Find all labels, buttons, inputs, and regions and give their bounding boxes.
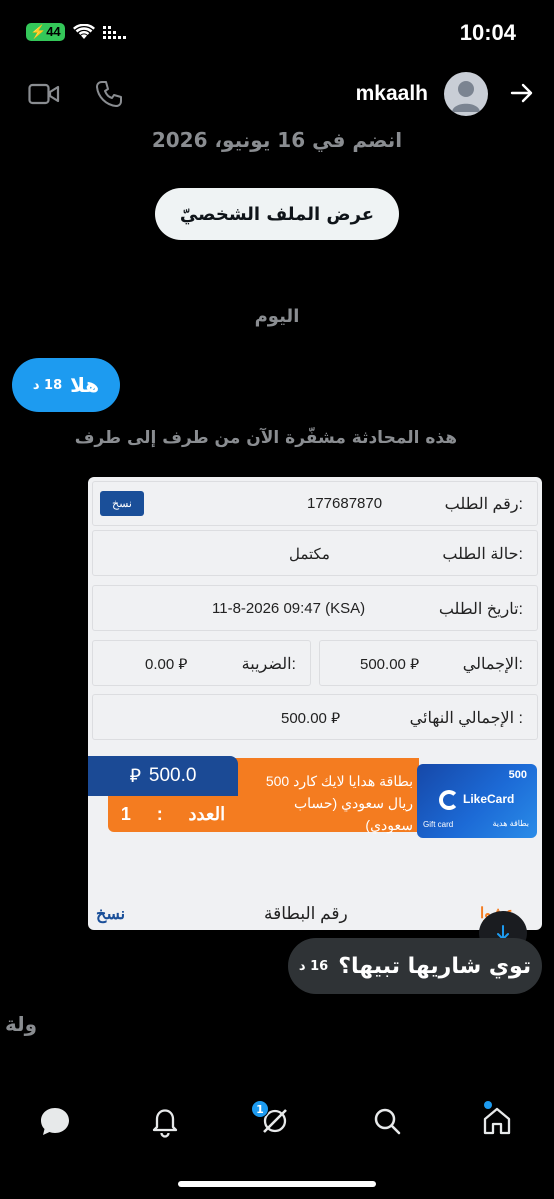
battery-level: 44 [46, 24, 61, 39]
gift-card-caption-en: Gift card [423, 820, 454, 829]
phone-icon[interactable] [95, 80, 123, 108]
message-time: 18 د [32, 377, 63, 393]
product-count: العدد : 1 [108, 796, 238, 832]
riyal-icon: ⃁ [129, 766, 141, 787]
day-separator: اليوم [254, 306, 300, 327]
chat-username[interactable]: mkaalh [356, 82, 428, 106]
search-icon[interactable] [370, 1104, 404, 1138]
total-row: الإجمالي: 500.00 ⃁ [319, 640, 538, 686]
message-text: توي شاريها تبيها؟ [338, 953, 532, 979]
signal-icon [102, 26, 126, 39]
gift-card-caption-ar: بطاقة هدية [492, 819, 530, 828]
partial-text: ولة [5, 1012, 38, 1036]
product-name: بطاقة هدايا لايك كارد 500 ريال سعودي (حس… [248, 770, 413, 836]
status-time: 10:04 [459, 20, 516, 45]
video-call-icon[interactable] [28, 82, 60, 106]
card-number-label: رقم البطاقة [264, 904, 348, 923]
count-separator: : [156, 803, 163, 824]
riyal-icon: ⃁ [331, 710, 340, 727]
order-status-row: حالة الطلب: مكتمل [92, 530, 538, 576]
notification-badge: 1 [251, 1100, 269, 1118]
status-icons: ⚡44 [26, 23, 127, 41]
count-value: 1 [120, 803, 131, 824]
order-date-value: 11-8-2026 09:47 (KSA) [212, 600, 366, 617]
order-status-label: حالة الطلب: [442, 546, 523, 563]
product-price-value: 500.0 [148, 765, 197, 786]
card-number-row: نسخ رقم البطاقة عشوا [88, 895, 542, 930]
home-indicator[interactable] [178, 1181, 376, 1187]
default-avatar-icon [452, 81, 480, 112]
message-bubble-received[interactable]: توي شاريها تبيها؟ 16 د [288, 938, 542, 994]
battery-charging-icon: ⚡44 [26, 23, 65, 41]
order-date-row: تاريخ الطلب: 11-8-2026 09:47 (KSA) [92, 585, 538, 631]
total-label: الإجمالي: [462, 656, 523, 673]
tax-value: 0.00 ⃁ [145, 655, 187, 674]
product-price: ⃁ 500.0 [88, 756, 238, 796]
copy-card-link[interactable]: نسخ [96, 904, 125, 924]
tax-amount: 0.00 [145, 656, 175, 673]
order-card-image[interactable]: رقم الطلب: 177687870 نسخ حالة الطلب: مكت… [88, 477, 542, 930]
back-arrow-icon[interactable] [509, 80, 535, 106]
total-amount: 500.00 [360, 656, 406, 673]
gift-card-image: 500 LikeCard Gift card بطاقة هدية [417, 764, 537, 838]
final-total-label: الإجمالي النهائي : [409, 710, 523, 727]
message-bubble-sent[interactable]: هلا 18 د [12, 358, 120, 412]
bottom-nav [0, 1092, 554, 1152]
copy-order-button[interactable]: نسخ [100, 491, 144, 516]
order-number-label: رقم الطلب: [444, 496, 523, 513]
avatar[interactable] [444, 72, 488, 116]
riyal-icon: ⃁ [410, 656, 419, 673]
final-total-amount: 500.00 [281, 710, 327, 727]
message-time: 16 د [298, 958, 329, 974]
encryption-notice: هذه المحادثة مشفّرة الآن من طرف إلى طرف [74, 428, 457, 448]
view-profile-button[interactable]: عرض الملف الشخصيّ [155, 188, 399, 240]
total-value: 500.00 ⃁ [360, 655, 419, 674]
joined-date: انضم في 16 يونيو، 2026 [151, 128, 403, 152]
order-status-value: مكتمل [289, 546, 330, 563]
messages-icon[interactable] [38, 1104, 72, 1138]
riyal-icon: ⃁ [178, 656, 188, 673]
gift-card-value: 500 [508, 769, 527, 781]
tax-row: الضريبة: 0.00 ⃁ [92, 640, 311, 686]
order-date-label: تاريخ الطلب: [438, 601, 523, 618]
notifications-icon[interactable] [148, 1104, 182, 1138]
likecard-logo-icon [439, 790, 459, 810]
gift-card-brand: LikeCard [463, 792, 515, 806]
final-total-row: الإجمالي النهائي : 500.00 ⃁ [92, 694, 538, 740]
count-label: العدد [188, 803, 226, 824]
wifi-icon [72, 24, 95, 39]
product-name-line2: ريال سعودي (حساب سعودي) [293, 795, 413, 833]
home-unread-dot [484, 1101, 492, 1109]
home-icon[interactable] [480, 1104, 514, 1138]
tax-label: الضريبة: [241, 656, 296, 673]
product-name-line1: بطاقة هدايا لايك كارد 500 [265, 773, 413, 789]
order-number-value: 177687870 [307, 495, 383, 512]
message-text: هلا [70, 373, 100, 397]
final-total-value: 500.00 ⃁ [281, 709, 340, 728]
order-number-row: رقم الطلب: 177687870 نسخ [92, 481, 538, 526]
